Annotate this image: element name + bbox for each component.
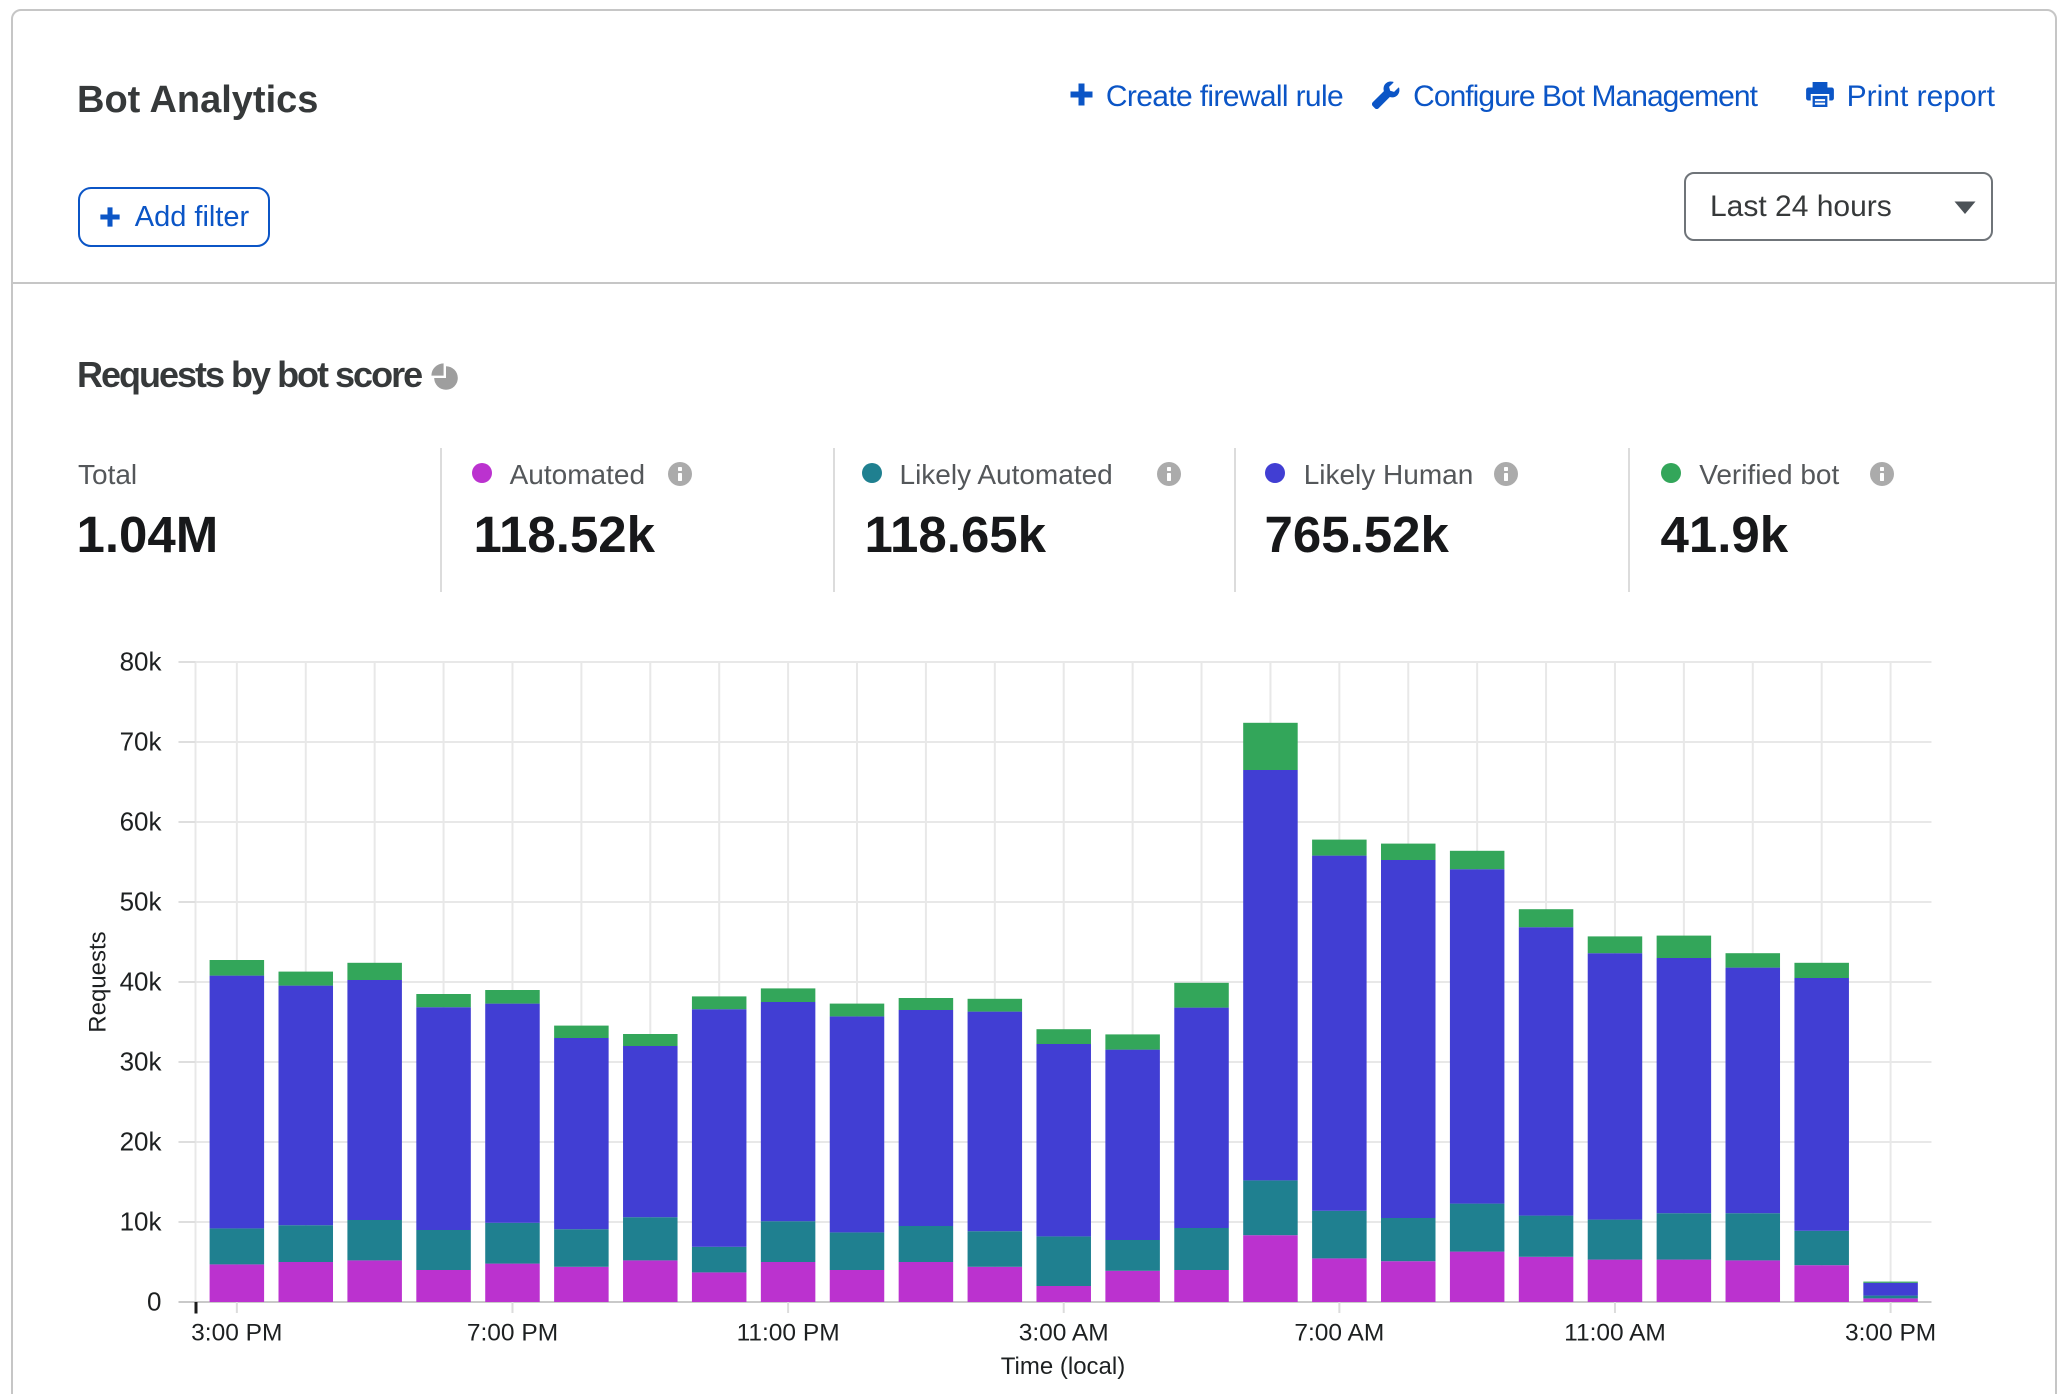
- svg-text:3:00 PM: 3:00 PM: [191, 1320, 282, 1347]
- svg-text:3:00 AM: 3:00 AM: [1019, 1320, 1109, 1347]
- svg-text:30k: 30k: [120, 1047, 163, 1077]
- svg-text:3:00 PM: 3:00 PM: [1845, 1320, 1936, 1347]
- svg-text:50k: 50k: [120, 887, 163, 917]
- svg-text:7:00 PM: 7:00 PM: [467, 1320, 558, 1347]
- svg-text:80k: 80k: [120, 647, 163, 677]
- svg-text:11:00 AM: 11:00 AM: [1564, 1320, 1666, 1347]
- svg-text:Requests: Requests: [85, 931, 112, 1032]
- svg-text:20k: 20k: [120, 1127, 163, 1157]
- svg-text:40k: 40k: [120, 967, 163, 997]
- svg-text:0: 0: [147, 1287, 161, 1317]
- svg-text:Time (local): Time (local): [1001, 1353, 1125, 1380]
- svg-text:60k: 60k: [120, 807, 163, 837]
- svg-text:10k: 10k: [120, 1207, 163, 1237]
- svg-text:7:00 AM: 7:00 AM: [1294, 1320, 1384, 1347]
- svg-text:11:00 PM: 11:00 PM: [737, 1320, 840, 1347]
- svg-text:70k: 70k: [120, 727, 163, 757]
